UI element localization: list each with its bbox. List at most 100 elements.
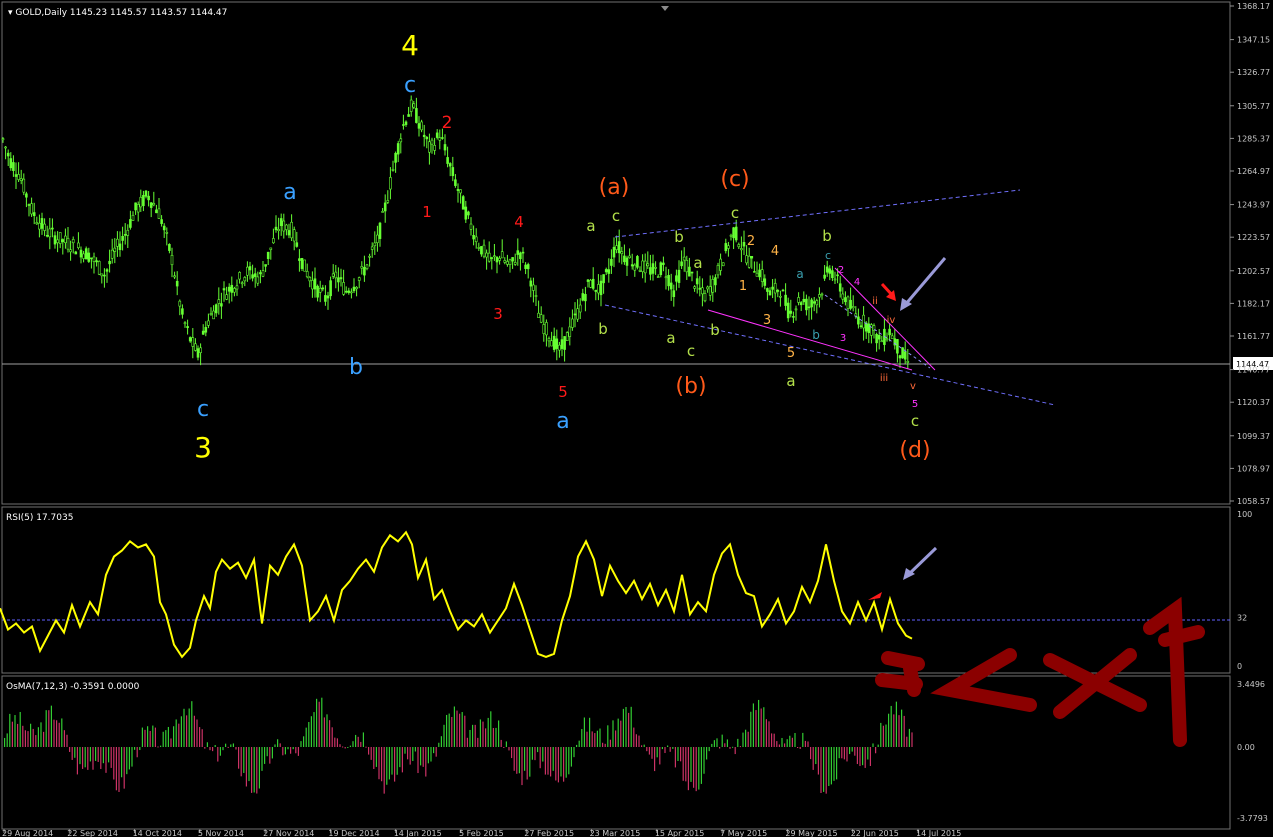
candle-body [706, 286, 709, 290]
candle-body [438, 137, 442, 141]
osma-bar [61, 718, 63, 747]
wave-label: b [349, 355, 363, 380]
osma-bar [703, 747, 705, 774]
osma-bar [349, 745, 351, 747]
wave-label: c [687, 342, 695, 360]
candle-body [602, 274, 605, 284]
osma-bar [412, 747, 414, 761]
shift-marker-icon[interactable] [661, 6, 669, 11]
candle-body [261, 270, 265, 277]
candle-body [1, 138, 5, 141]
candle-body [651, 263, 655, 274]
candle-body [591, 278, 595, 289]
osma-bar [430, 747, 432, 762]
osma-bar [479, 719, 481, 747]
osma-bar [877, 744, 879, 747]
candle-body [360, 266, 364, 269]
candle-body [165, 232, 169, 234]
candle-body [243, 277, 247, 282]
osma-bar [589, 717, 591, 747]
osma-panel [1, 675, 1231, 830]
candle-body [381, 211, 384, 213]
osma-bar [742, 732, 744, 747]
osma-bar [230, 744, 232, 747]
candle-body [576, 308, 579, 320]
osma-bar [199, 727, 201, 747]
osma-bar [318, 701, 320, 747]
candle-body [376, 234, 379, 244]
candle-body [820, 293, 824, 296]
osma-bar [511, 747, 513, 759]
osma-bar [799, 747, 801, 749]
osma-bar [836, 747, 838, 780]
candle-body [474, 236, 478, 243]
osma-bar [45, 710, 47, 747]
osma-bar [485, 728, 487, 747]
osma-bar [261, 747, 263, 771]
osma-bar [95, 747, 97, 761]
candle-body [139, 196, 143, 208]
candle-body [818, 294, 821, 298]
candle-body [649, 267, 652, 275]
candle-body [129, 219, 132, 228]
osma-bar [284, 747, 286, 755]
osma-bar [669, 747, 671, 752]
osma-bar [901, 709, 903, 747]
osma-bar [253, 747, 255, 793]
candle-body [812, 301, 816, 304]
osma-bar [563, 747, 565, 782]
candle-body [183, 322, 187, 325]
candle-body [727, 245, 730, 249]
osma-bar [591, 731, 593, 747]
candle-body [425, 136, 429, 140]
candle-body [480, 246, 483, 255]
candle-body [300, 257, 304, 269]
candle-body [664, 276, 668, 279]
wave-label: 2 [747, 234, 755, 249]
osma-bar [524, 747, 526, 771]
osma-bar [521, 747, 523, 786]
candle-body [225, 294, 228, 300]
candle-body [313, 278, 317, 290]
osma-bar [162, 731, 164, 747]
osma-bar [695, 747, 697, 792]
osma-bar [833, 747, 835, 781]
candle-body [347, 290, 351, 293]
osma-bar [784, 743, 786, 747]
osma-bar [797, 747, 799, 748]
osma-bar [225, 743, 227, 747]
candle-body [290, 221, 293, 239]
candle-body [688, 266, 691, 277]
osma-bar [71, 747, 73, 760]
candle-body [19, 178, 23, 181]
candle-body [201, 330, 205, 335]
candle-body [841, 293, 845, 300]
handwritten-annotation [875, 596, 1205, 747]
wave-label: 3 [763, 313, 771, 328]
candle-body [188, 337, 192, 342]
osma-bar [815, 747, 817, 765]
candle-body [233, 288, 236, 293]
osma-bar [214, 745, 216, 747]
candle-body [794, 308, 798, 311]
osma-bar [903, 715, 905, 747]
candle-body [685, 260, 689, 273]
osma-bar [596, 730, 598, 747]
candle-body [259, 272, 262, 275]
candle-body [404, 121, 408, 125]
osma-bar [581, 729, 583, 747]
candle-body [571, 318, 574, 328]
osma-bar [781, 737, 783, 747]
candle-body [9, 158, 13, 169]
osma-bar [716, 738, 718, 747]
candle-body [58, 232, 62, 244]
candle-body [612, 246, 616, 258]
candle-body [732, 227, 735, 239]
wave-label: a [693, 254, 702, 272]
osma-bar [802, 732, 804, 747]
candle-body [877, 334, 881, 340]
osma-bar [173, 726, 175, 747]
chart-canvas[interactable]: ▾ GOLD,Daily 1145.23 1145.57 1143.57 114… [0, 0, 1273, 837]
candle-body [279, 218, 283, 227]
osma-bar [188, 708, 190, 747]
